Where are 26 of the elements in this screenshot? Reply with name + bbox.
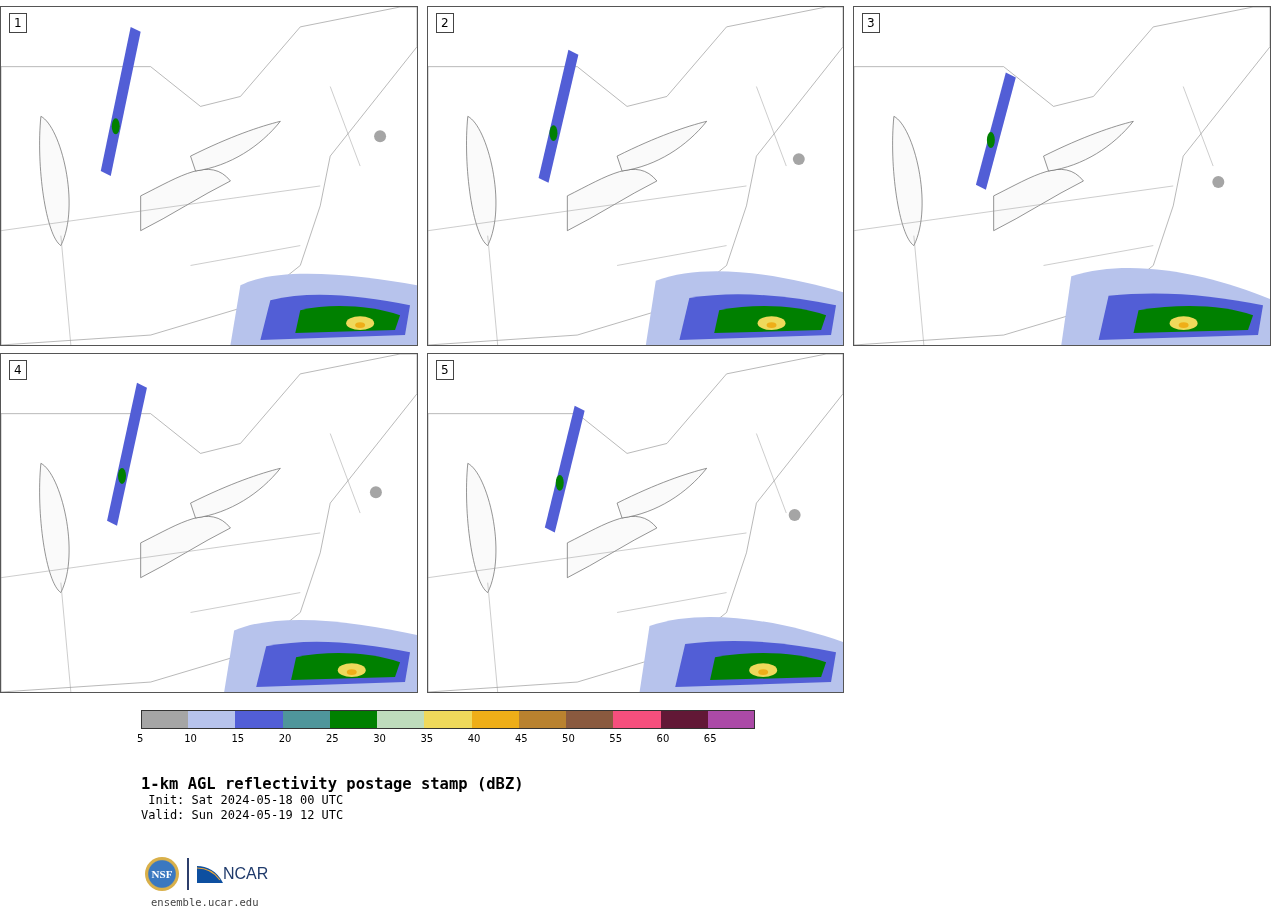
tick-label: 20	[278, 733, 292, 745]
chart-title: 1-km AGL reflectivity postage stamp (dBZ)	[141, 775, 525, 793]
tick-label: 10	[184, 733, 197, 745]
tick-label: 15	[231, 733, 245, 745]
logo-text: NCAR	[223, 865, 269, 883]
tick-label: 30	[373, 733, 386, 745]
init-time: Init: Sat 2024-05-18 00 UTC	[147, 793, 345, 808]
tick-label: 55	[609, 733, 623, 745]
swoosh-icon	[197, 865, 223, 883]
tick-label: 45	[514, 733, 528, 745]
tick-label: 60	[656, 733, 670, 745]
nsf-logo: NSF	[145, 857, 179, 891]
tick-label: 50	[562, 733, 575, 745]
valid-time: Valid: Sun 2024-05-19 12 UTC	[141, 808, 345, 823]
tick-label: 5	[137, 733, 144, 745]
logo-divider	[187, 858, 189, 890]
tick-label: 25	[325, 733, 339, 745]
panel-number: 1	[9, 13, 27, 33]
panel-number: 2	[436, 13, 454, 33]
tick-label: 65	[703, 733, 717, 745]
panel-number: 4	[9, 360, 27, 380]
panel-number: 5	[436, 360, 454, 380]
tick-label: 35	[420, 733, 434, 745]
panel-number: 3	[862, 13, 880, 33]
tick-label: 40	[467, 733, 481, 745]
site-url: ensemble.ucar.edu	[151, 896, 260, 908]
